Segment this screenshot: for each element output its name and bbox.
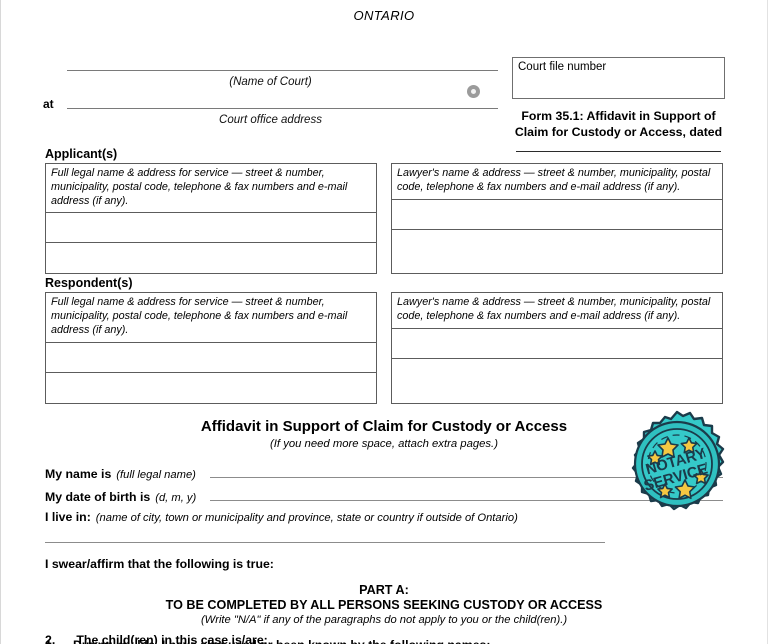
applicant-party-header: Full legal name & address for service — …: [46, 164, 376, 214]
dropdown-marker-icon[interactable]: [467, 85, 480, 98]
applicant-tables: Full legal name & address for service — …: [45, 163, 723, 275]
court-file-number-label: Court file number: [518, 61, 607, 73]
form-header: (Name of Court) at Court office address …: [1, 23, 767, 153]
applicant-lawyer-table: Lawyer's name & address — street & numbe…: [391, 163, 723, 275]
applicant-lawyer-row-2[interactable]: [392, 230, 722, 260]
respondent-section-label: Respondent(s): [45, 276, 133, 291]
applicant-party-row-1[interactable]: [46, 213, 376, 244]
applicant-section: Applicant(s) Full legal name & address f…: [1, 147, 767, 275]
form-date-input[interactable]: [516, 151, 721, 153]
respondent-lawyer-row-1[interactable]: [392, 329, 722, 360]
applicant-lawyer-header: Lawyer's name & address — street & numbe…: [392, 164, 722, 200]
applicant-lawyer-row-1[interactable]: [392, 200, 722, 230]
court-office-input[interactable]: [67, 108, 498, 109]
at-label: at: [43, 97, 54, 111]
respondent-party-row-1[interactable]: [46, 343, 376, 373]
residence-input[interactable]: [45, 541, 605, 543]
respondent-party-table: Full legal name & address for service — …: [45, 292, 377, 404]
applicant-party-row-2[interactable]: [46, 243, 376, 273]
respondent-lawyer-row-2[interactable]: [392, 359, 722, 389]
dob-hint: (d, m, y): [155, 491, 197, 504]
respondent-party-row-2[interactable]: [46, 373, 376, 403]
court-name-input[interactable]: [67, 70, 498, 71]
respondent-party-header: Full legal name & address for service — …: [46, 293, 376, 343]
court-office-caption: Court office address: [219, 114, 322, 126]
list-item: 2. The child(ren) in this case is/are:: [45, 633, 268, 644]
part-a-block: PART A: TO BE COMPLETED BY ALL PERSONS S…: [1, 583, 767, 626]
court-identification-block: (Name of Court) at Court office address: [43, 49, 498, 126]
respondent-tables: Full legal name & address for service — …: [45, 292, 723, 404]
name-label: My name is: [45, 466, 112, 481]
respondent-lawyer-table: Lawyer's name & address — street & numbe…: [391, 292, 723, 404]
residence-hint: (name of city, town or municipality and …: [95, 511, 518, 524]
item-2-number: 2.: [45, 633, 56, 644]
notary-seal-icon: NOTARY SERVICE: [613, 404, 741, 532]
form-title: Form 35.1: Affidavit in Support of Claim…: [514, 109, 723, 140]
residence-label: I live in:: [45, 509, 91, 524]
dob-label: My date of birth is: [45, 489, 151, 504]
court-name-row: (Name of Court): [43, 49, 498, 88]
part-a-heading: PART A:: [359, 582, 409, 597]
form-page: ONTARIO (Name of Court) at Court office …: [0, 0, 768, 644]
part-a-subheading: TO BE COMPLETED BY ALL PERSONS SEEKING C…: [165, 597, 603, 612]
court-file-number-field[interactable]: Court file number: [512, 57, 725, 99]
name-hint: (full legal name): [116, 468, 196, 481]
swear-statement: I swear/affirm that the following is tru…: [45, 556, 274, 571]
applicant-party-table: Full legal name & address for service — …: [45, 163, 377, 275]
court-office-row: at Court office address: [43, 87, 498, 126]
item-2-text: The child(ren) in this case is/are:: [76, 633, 268, 644]
respondent-section: Respondent(s) Full legal name & address …: [1, 276, 767, 404]
court-file-block: Court file number Form 35.1: Affidavit i…: [512, 57, 725, 153]
jurisdiction-title: ONTARIO: [353, 8, 415, 23]
respondent-lawyer-header: Lawyer's name & address — street & numbe…: [392, 293, 722, 330]
part-a-note: (Write "N/A" if any of the paragraphs do…: [200, 613, 568, 626]
